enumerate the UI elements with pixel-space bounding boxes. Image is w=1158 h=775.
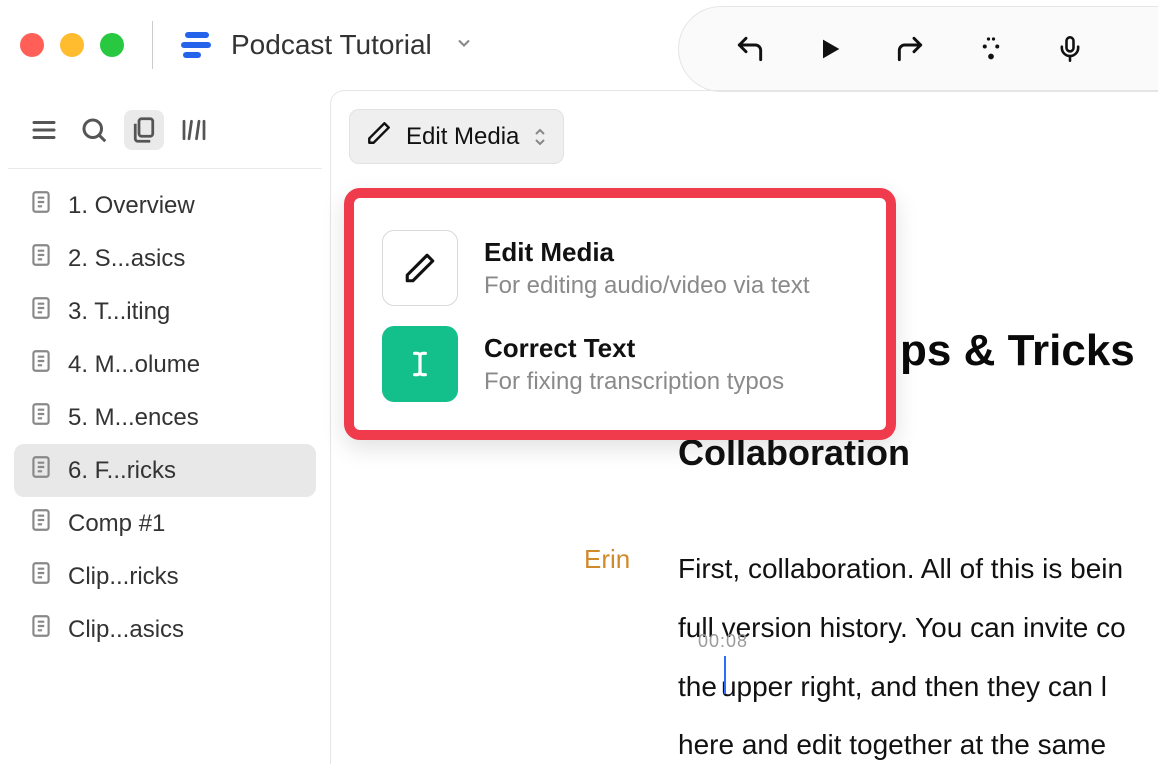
dropdown-option-correct-text[interactable]: Correct Text For fixing transcription ty… [376,316,864,412]
script-item[interactable]: 1. Overview [14,179,316,232]
chevron-down-icon[interactable] [454,33,474,58]
menu-icon[interactable] [24,110,64,150]
dropdown-option-title: Correct Text [484,333,784,364]
document-icon [28,613,54,646]
script-item-label: Clip...ricks [68,563,179,591]
script-item-label: 4. M...olume [68,351,200,379]
document-icon [28,295,54,328]
microphone-icon[interactable] [1056,35,1084,63]
app-logo-icon [181,30,211,60]
transcript-line[interactable]: here and edit together at the same [678,716,1158,775]
document-icon [28,454,54,487]
script-item[interactable]: Clip...ricks [14,550,316,603]
mode-switch-label: Edit Media [406,123,519,151]
script-item[interactable]: 6. F...ricks [14,444,316,497]
script-item[interactable]: 5. M...ences [14,391,316,444]
sort-chevrons-icon [533,127,547,147]
dropdown-option-edit-media[interactable]: Edit Media For editing audio/video via t… [376,220,864,316]
transcript-line[interactable]: First, collaboration. All of this is bei… [678,540,1158,599]
script-item-label: Clip...asics [68,616,184,644]
script-item[interactable]: 3. T...iting [14,285,316,338]
playback-toolbar [678,6,1158,92]
document-icon [28,348,54,381]
script-item-label: 6. F...ricks [68,457,176,485]
transcript-line[interactable]: theupper right, and then they can l [678,658,1158,717]
search-icon[interactable] [74,110,114,150]
dropdown-option-title: Edit Media [484,237,810,268]
redo-icon[interactable] [894,33,926,65]
play-icon[interactable] [816,35,844,63]
window-controls [20,33,124,57]
document-icon [28,560,54,593]
text-cursor [724,656,726,694]
pencil-icon [366,120,392,153]
dropdown-option-subtitle: For fixing transcription typos [484,368,784,396]
script-list: 1. Overview 2. S...asics 3. T...iting 4.… [8,179,322,656]
transcript-line[interactable]: full version history. You can invite co [678,599,1158,658]
title-bar: Podcast Tutorial [0,0,1158,90]
sidebar: 1. Overview 2. S...asics 3. T...iting 4.… [0,90,330,764]
script-item-label: 5. M...ences [68,404,199,432]
page-title-fragment: ps & Tricks [900,326,1135,376]
document-icon [28,242,54,275]
minimize-window-button[interactable] [60,33,84,57]
transcript-word[interactable]: upper right, and then they can l [721,671,1107,702]
mode-dropdown-highlight: Edit Media For editing audio/video via t… [344,188,896,440]
script-item-label: 3. T...iting [68,298,170,326]
script-item[interactable]: 4. M...olume [14,338,316,391]
script-item-label: Comp #1 [68,510,165,538]
transcript-text[interactable]: First, collaboration. All of this is bei… [678,540,1158,775]
document-icon [28,507,54,540]
fullscreen-window-button[interactable] [100,33,124,57]
documents-icon[interactable] [124,110,164,150]
pencil-icon [382,230,458,306]
sidebar-toolbar [8,102,322,169]
script-item[interactable]: Comp #1 [14,497,316,550]
script-item-label: 2. S...asics [68,245,185,273]
tracks-icon[interactable] [174,110,214,150]
separator [152,21,153,69]
document-title[interactable]: Podcast Tutorial [231,29,432,61]
text-cursor-icon [382,326,458,402]
timestamp-label: 00:08 [698,631,748,652]
transcript-word[interactable]: the [678,671,717,702]
document-icon [28,401,54,434]
script-item-label: 1. Overview [68,192,195,220]
dropdown-option-subtitle: For editing audio/video via text [484,272,810,300]
document-icon [28,189,54,222]
dropdown-option-text: Edit Media For editing audio/video via t… [484,237,810,300]
mode-switch-button[interactable]: Edit Media [349,109,564,164]
script-item[interactable]: 2. S...asics [14,232,316,285]
ai-actions-icon[interactable] [976,34,1006,64]
undo-icon[interactable] [734,33,766,65]
script-item[interactable]: Clip...asics [14,603,316,656]
dropdown-option-text: Correct Text For fixing transcription ty… [484,333,784,396]
speaker-label[interactable]: Erin [584,544,630,575]
close-window-button[interactable] [20,33,44,57]
